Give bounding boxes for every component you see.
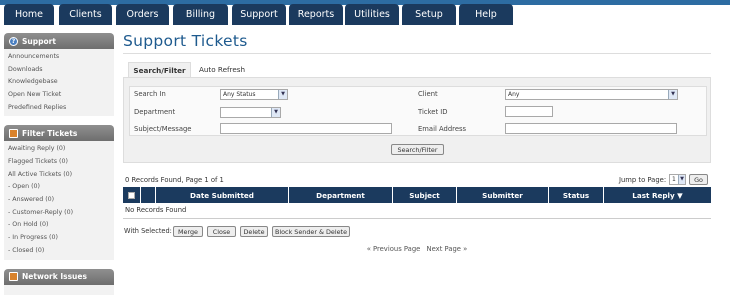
filter-awaiting-reply[interactable]: Awaiting Reply (0) xyxy=(8,142,110,155)
select-all-checkbox-cell[interactable] xyxy=(123,187,140,203)
filter-flagged-tickets[interactable]: Flagged Tickets (0) xyxy=(8,155,110,168)
sidebar-item-announcements[interactable]: Announcements xyxy=(8,50,110,63)
top-navigation: Home Clients Orders Billing Support Repo… xyxy=(0,0,730,25)
network-panel xyxy=(4,284,114,295)
filter-on-hold[interactable]: - On Hold (0) xyxy=(8,219,110,232)
with-selected-label: With Selected: xyxy=(124,227,172,235)
network-panel-title: Network Issues xyxy=(22,272,87,282)
column-last-reply[interactable]: Last Reply ▼ xyxy=(603,187,711,203)
search-filter-panel: Search In Any Status ▼ Department ▼ Subj… xyxy=(123,77,711,163)
tab-auto-refresh[interactable]: Auto Refresh xyxy=(195,62,249,77)
nav-tab-support[interactable]: Support xyxy=(232,4,286,25)
title-divider xyxy=(123,53,711,54)
network-icon xyxy=(9,272,18,282)
block-sender-delete-button[interactable]: Block Sender & Delete xyxy=(272,226,350,237)
nav-tab-home[interactable]: Home xyxy=(4,4,54,25)
next-page-link[interactable]: Next Page » xyxy=(427,245,468,253)
search-in-select[interactable]: Any Status ▼ xyxy=(220,89,288,100)
tab-search-filter[interactable]: Search/Filter xyxy=(128,62,191,77)
chevron-down-icon: ▼ xyxy=(278,90,287,99)
nav-tab-setup[interactable]: Setup xyxy=(402,4,456,25)
support-panel-title: Support xyxy=(22,36,56,46)
department-select[interactable]: ▼ xyxy=(220,107,281,118)
sidebar-item-predefined-replies[interactable]: Predefined Replies xyxy=(8,101,110,114)
filter-icon xyxy=(9,128,18,138)
page-title: Support Tickets xyxy=(123,32,248,50)
department-label: Department xyxy=(134,108,176,116)
go-button[interactable]: Go xyxy=(689,174,708,185)
filter-open[interactable]: - Open (0) xyxy=(8,181,110,194)
nav-tab-help[interactable]: Help xyxy=(459,4,513,25)
column-status[interactable]: Status xyxy=(548,187,603,203)
filter-customer-reply[interactable]: - Customer-Reply (0) xyxy=(8,206,110,219)
tickets-table: Date Submitted Department Subject Submit… xyxy=(123,187,711,203)
subject-label: Subject/Message xyxy=(134,125,192,133)
column-department[interactable]: Department xyxy=(288,187,392,203)
pagination: « Previous Page Next Page » xyxy=(123,245,711,253)
support-panel: Announcements Downloads Knowledgebase Op… xyxy=(4,49,114,117)
search-filter-button[interactable]: Search/Filter xyxy=(391,144,444,155)
ticket-id-label: Ticket ID xyxy=(418,108,448,116)
nav-tab-billing[interactable]: Billing xyxy=(173,4,228,25)
nav-tab-reports[interactable]: Reports xyxy=(289,4,343,25)
filter-all-active[interactable]: All Active Tickets (0) xyxy=(8,168,110,181)
table-header: Date Submitted Department Subject Submit… xyxy=(123,187,711,203)
column-subject[interactable]: Subject xyxy=(392,187,456,203)
sidebar: ? Support Announcements Downloads Knowle… xyxy=(4,33,114,295)
help-icon: ? xyxy=(9,36,18,46)
sidebar-item-open-new-ticket[interactable]: Open New Ticket xyxy=(8,88,110,101)
subject-input[interactable] xyxy=(220,123,392,134)
jump-page-select[interactable]: 1 ▼ xyxy=(669,174,686,185)
sidebar-item-knowledgebase[interactable]: Knowledgebase xyxy=(8,75,110,88)
filter-in-progress[interactable]: - In Progress (0) xyxy=(8,231,110,244)
ticket-id-input[interactable] xyxy=(505,106,553,117)
chevron-down-icon: ▼ xyxy=(668,90,677,99)
client-label: Client xyxy=(418,90,438,98)
filter-answered[interactable]: - Answered (0) xyxy=(8,193,110,206)
search-in-value: Any Status xyxy=(223,91,256,98)
client-select[interactable]: Any ▼ xyxy=(505,89,678,100)
jump-page-value: 1 xyxy=(672,176,676,183)
filter-panel-title: Filter Tickets xyxy=(22,128,78,138)
jump-to-page-label: Jump to Page: xyxy=(619,176,667,184)
close-button[interactable]: Close xyxy=(207,226,236,237)
support-panel-header: ? Support xyxy=(4,33,114,49)
email-input[interactable] xyxy=(505,123,677,134)
email-label: Email Address xyxy=(418,125,467,133)
flag-column-header xyxy=(140,187,155,203)
select-all-checkbox[interactable] xyxy=(128,191,135,199)
no-records-message: No Records Found xyxy=(125,206,187,214)
search-in-label: Search In xyxy=(134,90,166,98)
sidebar-item-downloads[interactable]: Downloads xyxy=(8,63,110,76)
chevron-down-icon: ▼ xyxy=(271,108,280,117)
column-date-submitted[interactable]: Date Submitted xyxy=(155,187,288,203)
filter-closed[interactable]: - Closed (0) xyxy=(8,244,110,257)
table-bottom-border xyxy=(123,218,711,219)
filter-panel-header: Filter Tickets xyxy=(4,125,114,142)
records-summary: 0 Records Found, Page 1 of 1 xyxy=(125,176,224,184)
search-form: Search In Any Status ▼ Department ▼ Subj… xyxy=(129,86,707,136)
nav-tab-utilities[interactable]: Utilities xyxy=(345,4,399,25)
merge-button[interactable]: Merge xyxy=(173,226,203,237)
delete-button[interactable]: Delete xyxy=(240,226,268,237)
nav-tab-orders[interactable]: Orders xyxy=(116,4,169,25)
nav-tab-clients[interactable]: Clients xyxy=(59,4,112,25)
client-value: Any xyxy=(508,91,520,98)
column-submitter[interactable]: Submitter xyxy=(456,187,548,203)
network-panel-header: Network Issues xyxy=(4,268,114,285)
chevron-down-icon: ▼ xyxy=(678,175,685,184)
previous-page-link[interactable]: « Previous Page xyxy=(367,245,421,253)
filter-panel: Awaiting Reply (0) Flagged Tickets (0) A… xyxy=(4,141,114,260)
